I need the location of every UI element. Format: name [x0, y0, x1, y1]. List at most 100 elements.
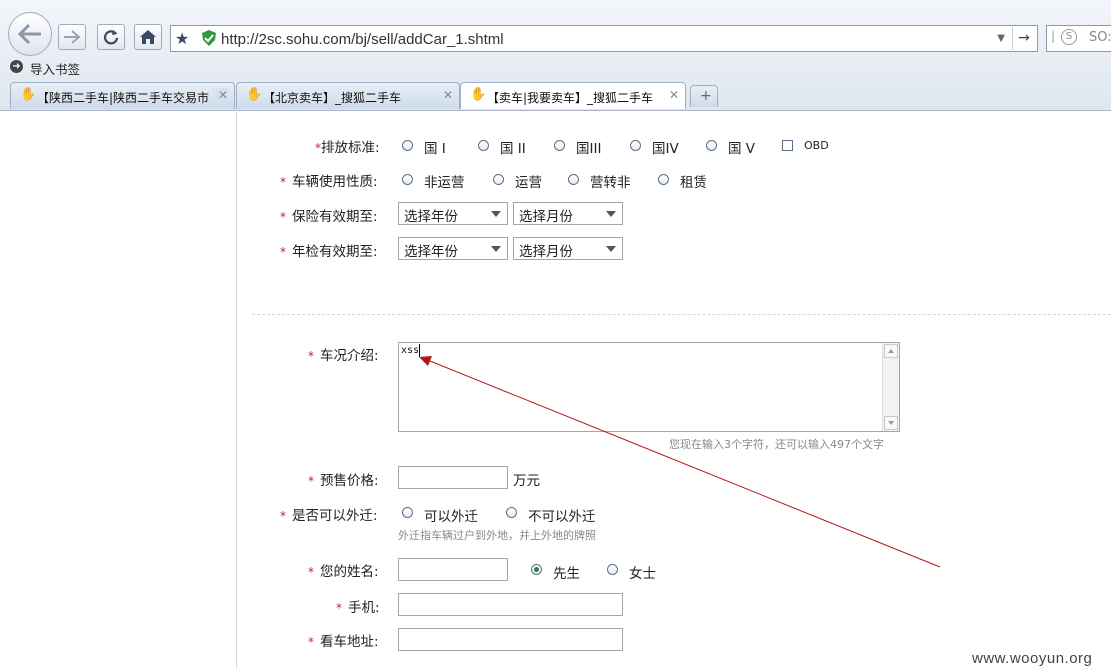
radio-usage-4[interactable]	[658, 174, 669, 185]
insurance-label: * 保险有效期至:	[280, 209, 378, 225]
sohu-favicon-icon: ✋	[20, 87, 37, 102]
usage-option-3: 营转非	[590, 175, 631, 191]
insurance-year-value: 选择年份	[404, 209, 458, 225]
radio-transfer-no[interactable]	[506, 507, 517, 518]
inspection-year-select[interactable]: 选择年份	[398, 237, 508, 260]
inspection-month-select[interactable]: 选择月份	[513, 237, 623, 260]
chevron-down-icon	[606, 246, 616, 252]
chevron-down-icon	[888, 421, 894, 425]
scroll-up-button[interactable]	[884, 344, 898, 358]
inspection-year-value: 选择年份	[404, 244, 458, 260]
radio-ms[interactable]	[607, 564, 618, 575]
back-arrow-icon	[17, 23, 41, 45]
usage-option-2: 运营	[515, 175, 542, 191]
home-icon	[140, 30, 156, 44]
tab-shaanxi[interactable]: ✋ 【陕西二手车|陕西二手车交易市 ✕	[10, 82, 235, 109]
chevron-down-icon	[491, 211, 501, 217]
radio-transfer-yes[interactable]	[402, 507, 413, 518]
import-bookmarks-link[interactable]: 导入书签	[30, 59, 80, 78]
sohu-favicon-icon: ✋	[470, 87, 487, 102]
address-input[interactable]	[398, 628, 623, 651]
usage-label: * 车辆使用性质:	[280, 174, 378, 190]
plus-icon: +	[700, 88, 712, 104]
radio-emission-4[interactable]	[630, 140, 641, 151]
transfer-option-yes: 可以外迁	[424, 509, 478, 525]
name-label: * 您的姓名:	[308, 564, 379, 580]
secure-shield-icon	[201, 29, 217, 51]
description-label: * 车况介绍:	[308, 348, 379, 364]
close-icon[interactable]: ✕	[443, 88, 453, 102]
radio-emission-2[interactable]	[478, 140, 489, 151]
forward-button[interactable]	[58, 24, 86, 50]
forward-arrow-icon	[64, 30, 81, 44]
price-input[interactable]	[398, 466, 508, 489]
address-label: * 看车地址:	[308, 634, 379, 650]
search-box[interactable]: | S SO:	[1046, 25, 1111, 52]
close-icon[interactable]: ✕	[209, 88, 228, 102]
textarea-scrollbar[interactable]	[882, 343, 899, 431]
transfer-hint: 外迁指车辆过户到外地，并上外地的牌照	[398, 529, 596, 542]
obd-checkbox[interactable]	[782, 140, 793, 151]
go-arrow-icon[interactable]: →	[1012, 27, 1035, 50]
inspection-label: * 年检有效期至:	[280, 244, 378, 260]
import-arrow-icon: ➜	[10, 60, 23, 73]
price-label: * 预售价格:	[308, 473, 379, 489]
search-engine-icon[interactable]: S	[1061, 29, 1077, 45]
transfer-label: * 是否可以外迁:	[280, 508, 378, 524]
emission-option-3: 国III	[576, 141, 602, 157]
address-bar[interactable]: ★ http://2sc.sohu.com/bj/sell/addCar_1.s…	[170, 25, 1038, 52]
transfer-option-no: 不可以外迁	[528, 509, 596, 525]
character-counter: 您现在输入3个字符，还可以输入497个文字	[669, 438, 884, 451]
bookmark-star-icon[interactable]: ★	[175, 29, 189, 48]
emission-option-1: 国 I	[424, 141, 446, 157]
description-text: xss	[401, 345, 420, 356]
phone-input[interactable]	[398, 593, 623, 616]
radio-usage-2[interactable]	[493, 174, 504, 185]
radio-emission-5[interactable]	[706, 140, 717, 151]
tab-beijing[interactable]: ✋ 【北京卖车】_搜狐二手车 ✕	[236, 82, 460, 109]
new-tab-button[interactable]: +	[690, 85, 718, 107]
usage-option-1: 非运营	[424, 175, 465, 191]
emission-option-2: 国 II	[500, 141, 526, 157]
radio-emission-1[interactable]	[402, 140, 413, 151]
watermark: www.wooyun.org	[972, 650, 1093, 667]
url-text: http://2sc.sohu.com/bj/sell/addCar_1.sht…	[221, 31, 504, 48]
mr-label: 先生	[553, 566, 580, 582]
radio-usage-1[interactable]	[402, 174, 413, 185]
chevron-down-icon	[606, 211, 616, 217]
close-icon[interactable]: ✕	[669, 88, 679, 102]
reload-icon	[103, 30, 119, 45]
insurance-year-select[interactable]: 选择年份	[398, 202, 508, 225]
reload-button[interactable]	[97, 24, 125, 50]
bookmark-bar: ➜ 导入书签	[0, 58, 1111, 78]
description-textarea[interactable]: xss	[398, 342, 900, 432]
back-button[interactable]	[8, 12, 52, 56]
emission-label: *排放标准:	[315, 140, 380, 156]
name-input[interactable]	[398, 558, 508, 581]
price-unit: 万元	[513, 473, 540, 489]
home-button[interactable]	[134, 24, 162, 50]
sidebar-divider	[236, 110, 237, 669]
tab-sell-car[interactable]: ✋ 【卖车|我要卖车】_搜狐二手车 ✕	[460, 82, 686, 109]
usage-option-4: 租赁	[680, 175, 707, 191]
radio-mr[interactable]	[531, 564, 542, 575]
radio-emission-3[interactable]	[554, 140, 565, 151]
chevron-down-icon	[491, 246, 501, 252]
search-placeholder: SO:	[1089, 30, 1111, 45]
tab-label: 【卖车|我要卖车】_搜狐二手车	[487, 91, 654, 105]
radio-usage-3[interactable]	[568, 174, 579, 185]
inspection-month-value: 选择月份	[519, 244, 573, 260]
sohu-favicon-icon: ✋	[246, 87, 263, 102]
dropdown-arrow-icon[interactable]: ▼	[997, 33, 1005, 44]
tab-label: 【北京卖车】_搜狐二手车	[263, 91, 402, 105]
tab-label: 【陕西二手车|陕西二手车交易市	[37, 91, 210, 105]
scroll-down-button[interactable]	[884, 416, 898, 430]
insurance-month-select[interactable]: 选择月份	[513, 202, 623, 225]
emission-option-5: 国 V	[728, 141, 756, 157]
insurance-month-value: 选择月份	[519, 209, 573, 225]
browser-chrome: ★ http://2sc.sohu.com/bj/sell/addCar_1.s…	[0, 0, 1111, 111]
obd-label: OBD	[804, 139, 829, 152]
emission-option-4: 国IV	[652, 141, 679, 157]
section-divider	[252, 314, 1111, 315]
phone-label: * 手机:	[336, 600, 380, 616]
